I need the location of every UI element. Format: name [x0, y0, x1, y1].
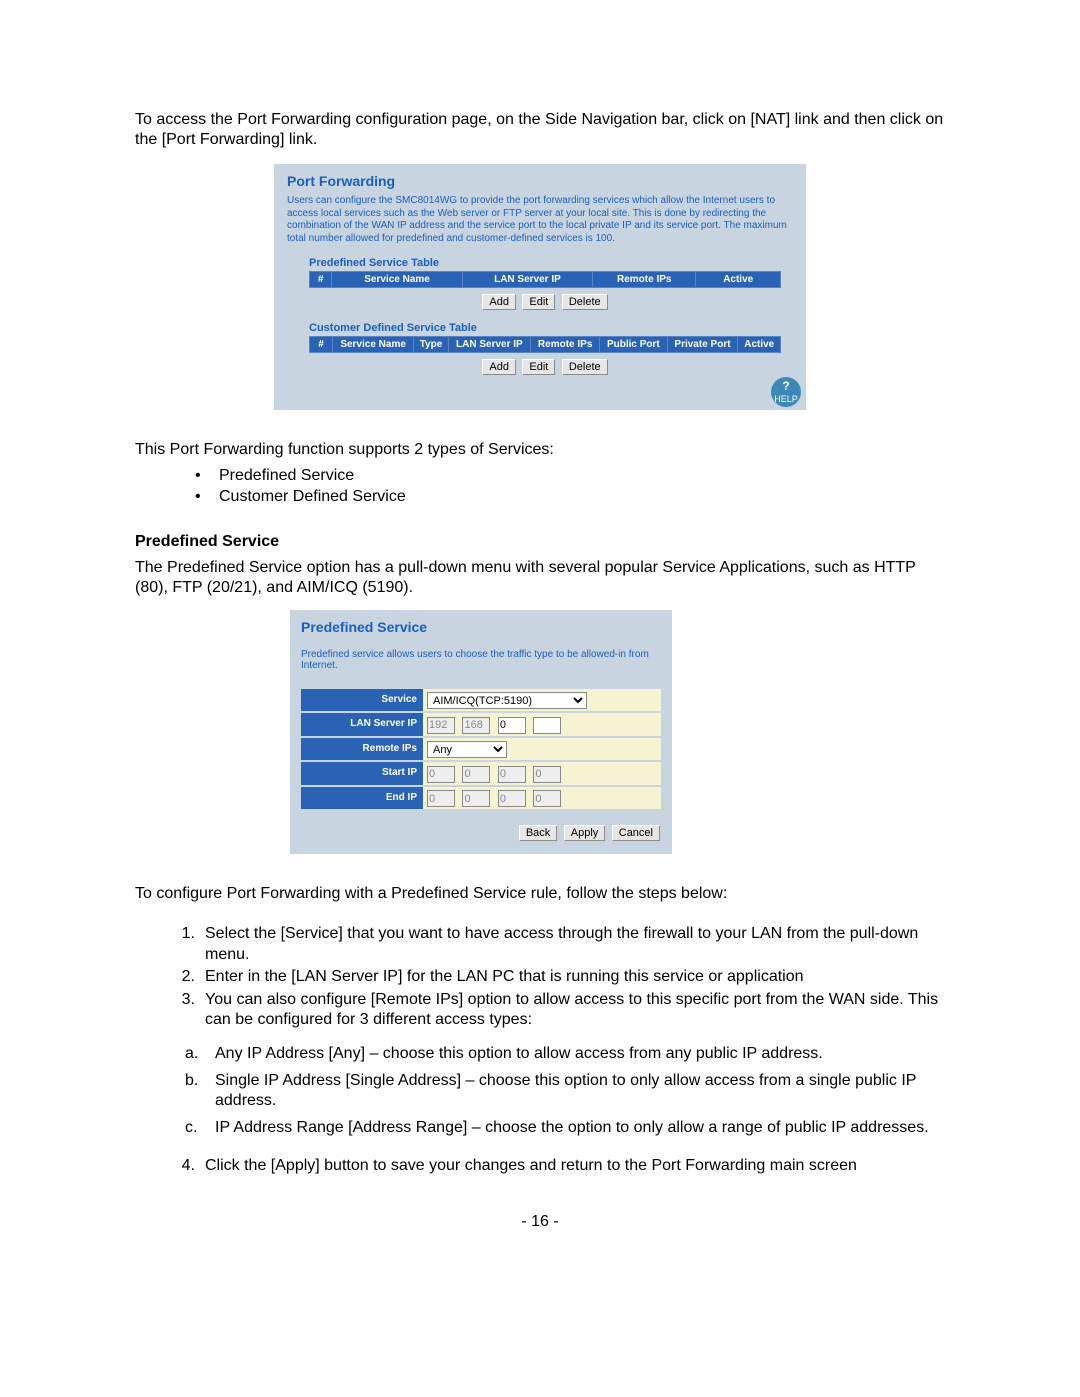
delete-button[interactable]: Delete: [562, 359, 608, 375]
step-4: Click the [Apply] button to save your ch…: [205, 1156, 945, 1176]
label-lan: LAN Server IP: [301, 713, 423, 736]
end-ip-4[interactable]: [533, 790, 561, 807]
service-select[interactable]: AIM/ICQ(TCP:5190): [427, 692, 587, 709]
col-active: Active: [738, 337, 781, 353]
help-icon[interactable]: HELP: [771, 377, 801, 407]
step-3: You can also configure [Remote IPs] opti…: [205, 990, 945, 1031]
remote-select[interactable]: Any: [427, 741, 507, 758]
col-remote-ips: Remote IPs: [593, 272, 696, 288]
edit-button[interactable]: Edit: [522, 359, 555, 375]
panel-title: Port Forwarding: [287, 173, 793, 189]
start-ip-1[interactable]: [427, 766, 455, 783]
delete-button[interactable]: Delete: [562, 294, 608, 310]
ps-title: Predefined Service: [301, 619, 661, 635]
lan-ip-4[interactable]: [533, 717, 561, 734]
step-num: 4.: [135, 1156, 205, 1176]
col-num: #: [310, 272, 332, 288]
cancel-button[interactable]: Cancel: [612, 825, 660, 841]
col-lan-server-ip: LAN Server IP: [448, 337, 530, 353]
end-ip-1[interactable]: [427, 790, 455, 807]
port-forwarding-panel: Port Forwarding Users can configure the …: [274, 164, 806, 410]
bullet-item: Predefined Service: [195, 466, 945, 487]
substep-num: a.: [185, 1044, 215, 1064]
col-type: Type: [414, 337, 448, 353]
lan-ip-1[interactable]: [427, 717, 455, 734]
label-remote: Remote IPs: [301, 738, 423, 761]
predefined-heading: Predefined Service: [135, 532, 945, 552]
services-intro: This Port Forwarding function supports 2…: [135, 440, 945, 460]
help-label: HELP: [774, 394, 798, 404]
start-ip-4[interactable]: [533, 766, 561, 783]
back-button[interactable]: Back: [519, 825, 557, 841]
end-ip-3[interactable]: [498, 790, 526, 807]
customer-table: # Service Name Type LAN Server IP Remote…: [309, 336, 781, 353]
col-num: #: [310, 337, 333, 353]
step-2: Enter in the [LAN Server IP] for the LAN…: [205, 967, 945, 987]
add-button[interactable]: Add: [482, 359, 516, 375]
predefined-body: The Predefined Service option has a pull…: [135, 558, 945, 598]
intro-text: To access the Port Forwarding configurat…: [135, 110, 945, 150]
col-lan-server-ip: LAN Server IP: [462, 272, 592, 288]
step-num: 2.: [135, 967, 205, 987]
lan-ip-3[interactable]: [498, 717, 526, 734]
panel-description: Users can configure the SMC8014WG to pro…: [287, 195, 793, 245]
substep-c: IP Address Range [Address Range] – choos…: [215, 1118, 945, 1138]
substep-a: Any IP Address [Any] – choose this optio…: [215, 1044, 945, 1064]
col-active: Active: [696, 272, 781, 288]
start-ip-3[interactable]: [498, 766, 526, 783]
col-service-name: Service Name: [332, 272, 463, 288]
predefined-table: # Service Name LAN Server IP Remote IPs …: [309, 271, 781, 288]
step-num: 3.: [135, 990, 205, 1031]
col-service-name: Service Name: [333, 337, 414, 353]
start-ip-2[interactable]: [462, 766, 490, 783]
bullet-item: Customer Defined Service: [195, 487, 945, 508]
steps-intro: To configure Port Forwarding with a Pred…: [135, 884, 945, 904]
col-public-port: Public Port: [600, 337, 667, 353]
substep-b: Single IP Address [Single Address] – cho…: [215, 1071, 945, 1112]
step-1: Select the [Service] that you want to ha…: [205, 924, 945, 965]
substep-num: b.: [185, 1071, 215, 1112]
end-ip-2[interactable]: [462, 790, 490, 807]
step-num: 1.: [135, 924, 205, 965]
lan-ip-2[interactable]: [462, 717, 490, 734]
apply-button[interactable]: Apply: [564, 825, 606, 841]
page-number: - 16 -: [135, 1213, 945, 1231]
add-button[interactable]: Add: [482, 294, 516, 310]
substep-num: c.: [185, 1118, 215, 1138]
label-end: End IP: [301, 787, 423, 810]
label-start: Start IP: [301, 762, 423, 785]
predefined-service-panel: Predefined Service Predefined service al…: [290, 610, 672, 855]
ps-description: Predefined service allows users to choos…: [301, 649, 661, 671]
col-private-port: Private Port: [667, 337, 738, 353]
edit-button[interactable]: Edit: [522, 294, 555, 310]
label-service: Service: [301, 689, 423, 712]
predefined-table-label: Predefined Service Table: [309, 257, 793, 269]
col-remote-ips: Remote IPs: [531, 337, 600, 353]
customer-table-label: Customer Defined Service Table: [309, 322, 793, 334]
